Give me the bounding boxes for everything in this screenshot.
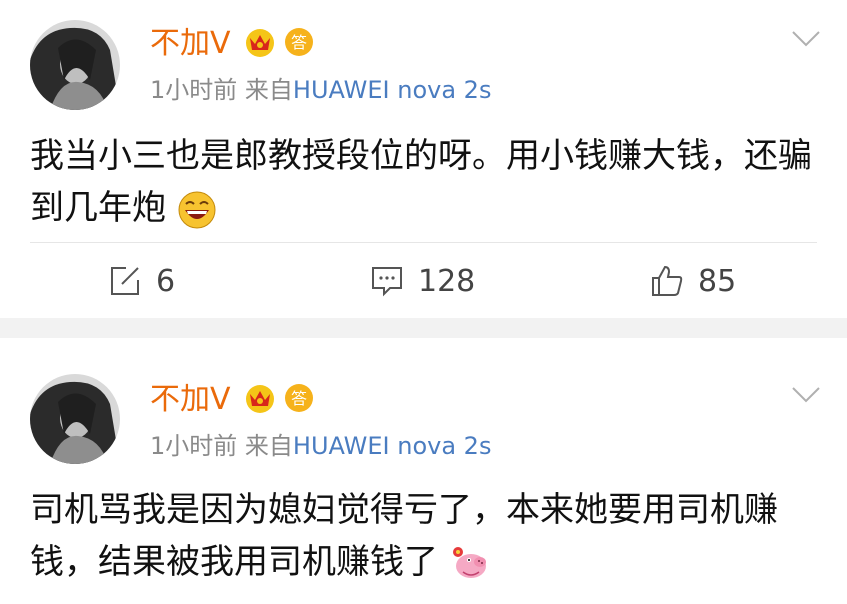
avatar[interactable] (30, 374, 120, 464)
username[interactable]: 不加V (150, 24, 231, 64)
source-prefix: 来自 (244, 76, 293, 104)
post-meta: 1小时前 来自HUAWEI nova 2s (150, 430, 491, 462)
post-source[interactable]: HUAWEI nova 2s (293, 432, 492, 460)
source-prefix: 来自 (244, 432, 293, 460)
svg-text:答: 答 (291, 389, 307, 408)
post-source[interactable]: HUAWEI nova 2s (293, 76, 492, 104)
repost-count: 6 (156, 263, 176, 299)
post-content: 我当小三也是郎教授段位的呀。用小钱赚大钱，还骗 到几年炮 (30, 130, 820, 234)
chevron-down-icon[interactable] (791, 386, 821, 404)
post-meta: 1小时前 来自HUAWEI nova 2s (150, 74, 491, 106)
post-content: 司机骂我是因为媳妇觉得亏了，本来她要用司机赚 钱，结果被我用司机赚钱了 (30, 484, 820, 588)
chevron-down-icon[interactable] (791, 30, 821, 48)
svg-text:答: 答 (291, 33, 307, 52)
repost-button[interactable]: 6 (108, 261, 175, 301)
username[interactable]: 不加V (150, 380, 231, 420)
comment-icon (372, 267, 402, 297)
crown-icon (246, 29, 274, 57)
grin-emoji (178, 191, 216, 228)
post-time: 1小时前 (150, 76, 238, 104)
post-text-line: 到几年炮 (30, 188, 166, 228)
answer-badge-icon: 答 (285, 384, 313, 412)
comment-button[interactable]: 128 (370, 261, 475, 301)
feed-divider (0, 318, 847, 338)
post-text-line: 司机骂我是因为媳妇觉得亏了，本来她要用司机赚 (30, 490, 778, 530)
avatar[interactable] (30, 20, 120, 110)
action-bar: 6 128 85 (30, 242, 817, 319)
like-count: 85 (698, 263, 737, 299)
answer-badge-icon: 答 (285, 28, 313, 56)
post-text-line: 我当小三也是郎教授段位的呀。用小钱赚大钱，还骗 (30, 136, 812, 176)
like-button[interactable]: 85 (650, 261, 736, 301)
post-text-line: 钱，结果被我用司机赚钱了 (30, 542, 438, 582)
repost-icon (111, 267, 139, 295)
crown-icon (246, 385, 274, 413)
weibo-post: 不加V 答 1小时前 来自HUAWEI nova 2s 司机骂我是因为媳妇觉得亏… (0, 338, 847, 604)
post-time: 1小时前 (150, 432, 238, 460)
thumbs-up-icon (652, 265, 683, 296)
weibo-post: 不加V 答 1小时前 来自HUAWEI nova 2s 我当小三也是郎教授段位的… (0, 0, 847, 318)
peppa-pig-emoji (452, 546, 486, 578)
comment-count: 128 (418, 263, 476, 299)
